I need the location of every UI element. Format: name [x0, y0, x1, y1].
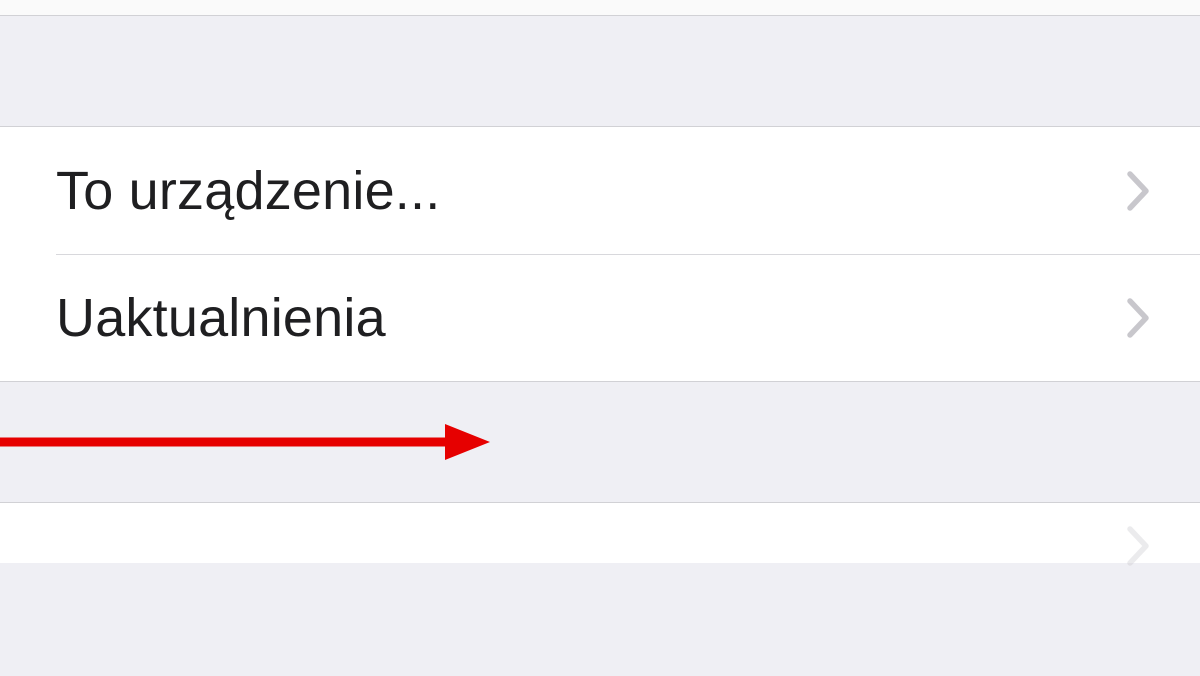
settings-list-group-next — [0, 502, 1200, 563]
chevron-right-icon — [1126, 525, 1152, 567]
annotation-arrow-icon — [0, 422, 490, 462]
chevron-right-icon — [1126, 297, 1152, 339]
settings-list-group: To urządzenie... Uaktualnienia — [0, 126, 1200, 382]
top-header-strip — [0, 0, 1200, 16]
list-item-label: Uaktualnienia — [56, 287, 386, 349]
section-gap-top — [0, 16, 1200, 126]
section-gap-with-arrow — [0, 382, 1200, 502]
list-item-updates[interactable]: Uaktualnienia — [56, 254, 1200, 381]
chevron-right-icon — [1126, 170, 1152, 212]
list-item-this-device[interactable]: To urządzenie... — [0, 127, 1200, 254]
list-item-label: To urządzenie... — [56, 160, 440, 222]
list-item-partial[interactable] — [0, 503, 1200, 563]
